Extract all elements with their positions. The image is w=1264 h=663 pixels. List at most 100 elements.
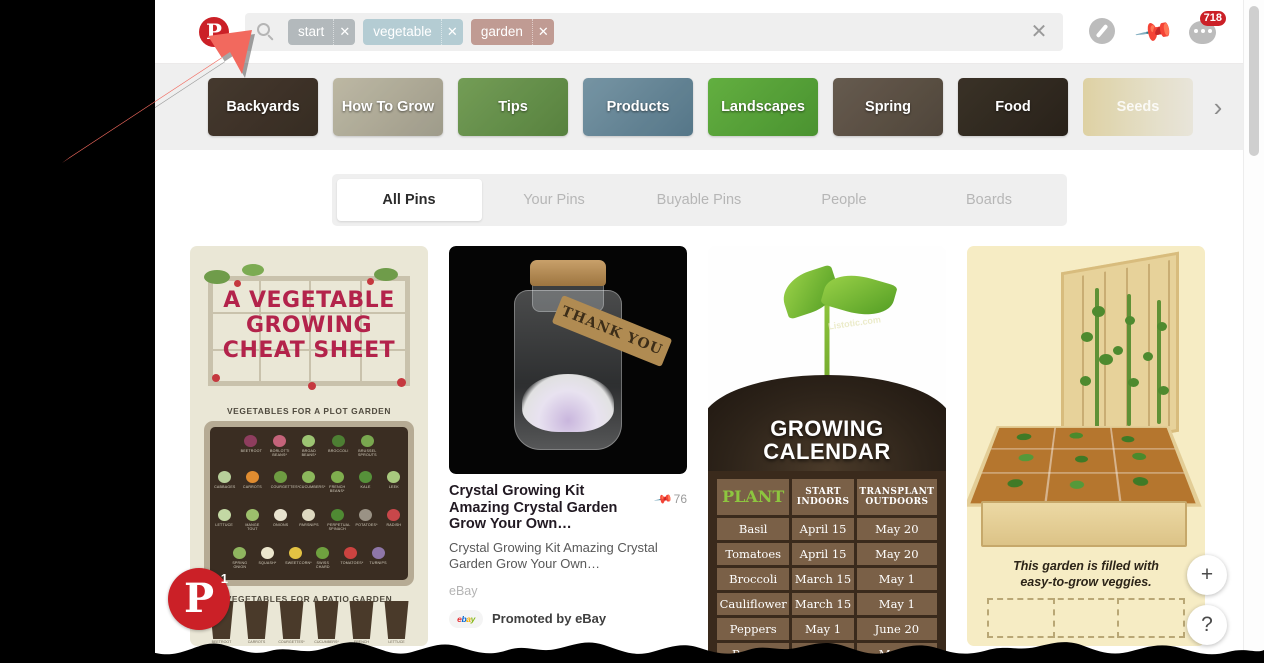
pin-card-growing-calendar[interactable]: Listotic.com GROWING CALENDAR PLANT STAR… <box>708 246 946 663</box>
veg-name: KALE <box>360 485 371 489</box>
tab-your-pins[interactable]: Your Pins <box>482 179 627 221</box>
veg-name: BEETROOT <box>240 449 262 453</box>
remove-tag-icon[interactable]: ✕ <box>333 18 355 45</box>
veg-name: PARSNIPS <box>299 523 319 527</box>
pin-image[interactable]: Listotic.com GROWING CALENDAR PLANT STAR… <box>708 246 946 663</box>
veg-name: FRENCH BEANS* <box>329 485 346 493</box>
veg-name: CUCUMBERS* <box>314 640 339 644</box>
pin-source[interactable]: eBay <box>449 584 687 598</box>
cell-transplant: May 1 <box>856 643 937 663</box>
veg-name: TOMATOES* <box>340 561 364 565</box>
veg-name: FRENCH <box>354 640 369 644</box>
cell-plant: Tomatoes <box>717 543 790 565</box>
veg-name: TURNIPS <box>369 561 387 565</box>
cell-plant: Cauliflower <box>717 593 790 615</box>
pin-image[interactable]: This garden is filled with easy-to-grow … <box>967 246 1205 646</box>
pinterest-logo-icon[interactable]: P <box>199 16 229 47</box>
veg-name: LETTUCE <box>388 640 405 644</box>
patio-pots-graphic: BEETROOT CARROTS COURGETTES* CUCUMBERS* … <box>204 601 414 644</box>
veg-name: SQUASH* <box>258 561 277 565</box>
veg-name: ONIONS <box>273 523 289 527</box>
left-blank-area <box>0 0 155 663</box>
caption-line-2: easy-to-grow veggies. <box>1020 575 1152 589</box>
cell-plant: Broccoli <box>717 568 790 590</box>
veg-name: CARROTS <box>247 640 266 644</box>
help-button[interactable]: ? <box>1187 605 1227 645</box>
pin-card-crystal-growing-kit[interactable]: THANK YOU Crystal Growing Kit Amazing Cr… <box>449 246 687 628</box>
veg-name: SWEETCORN* <box>285 561 312 565</box>
pin-description: Crystal Growing Kit Amazing Crystal Gard… <box>449 539 658 572</box>
pin-image[interactable]: THANK YOU <box>449 246 687 474</box>
search-tag-label: garden <box>480 23 523 39</box>
add-pin-button[interactable]: + <box>1187 555 1227 595</box>
category-tile-how-to-grow[interactable]: How To Grow <box>333 78 443 136</box>
veg-name: POTATOES* <box>355 523 378 527</box>
veg-name: BEETROOT <box>211 640 232 644</box>
pin-count: 📌 76 <box>653 489 687 509</box>
promoted-row[interactable]: ebay Promoted by eBay <box>449 609 687 628</box>
category-label: Backyards <box>226 99 300 115</box>
cell-transplant: May 20 <box>856 543 937 565</box>
search-tag-garden[interactable]: garden ✕ <box>470 18 554 45</box>
cell-start-indoors: April 15 <box>792 543 854 565</box>
pin-card-vegetable-cheat-sheet[interactable]: A VEGETABLE GROWING CHEAT SHEET VEGETABL… <box>168 246 428 646</box>
veg-name: COURGETTES* <box>278 640 305 644</box>
category-tile-products[interactable]: Products <box>583 78 693 136</box>
pin-saved-icon[interactable]: 📌 <box>1134 11 1176 52</box>
category-tile-backyards[interactable]: Backyards <box>208 78 318 136</box>
category-tile-food[interactable]: Food <box>958 78 1068 136</box>
veg-name: PERPETUAL SPINACH <box>327 523 351 531</box>
tab-buyable-pins[interactable]: Buyable Pins <box>627 179 772 221</box>
remove-tag-icon[interactable]: ✕ <box>440 18 463 45</box>
veg-name: COURGETTES* <box>270 485 300 489</box>
pinterest-save-icon[interactable]: P 1 <box>168 568 230 630</box>
growing-calendar-title: GROWING CALENDAR <box>708 417 946 463</box>
tab-boards[interactable]: Boards <box>917 179 1062 221</box>
floating-action-buttons: + ? <box>1187 555 1227 645</box>
category-label: How To Grow <box>341 99 435 115</box>
save-badge-count: 1 <box>220 571 228 586</box>
veg-name: SPRING ONION <box>232 561 248 569</box>
search-bar[interactable]: start ✕ vegetable ✕ garden ✕ ✕ <box>245 12 1063 51</box>
search-tag-label: start <box>298 23 325 39</box>
category-tile-landscapes[interactable]: Landscapes <box>708 78 818 136</box>
vertical-scrollbar[interactable] <box>1243 0 1264 663</box>
search-tag-vegetable[interactable]: vegetable ✕ <box>363 18 463 45</box>
caption-line-1: This garden is filled with <box>1013 559 1159 573</box>
veg-name: LETTUCE <box>215 523 234 527</box>
pinterest-page: P start ✕ vegetable ✕ garden ✕ ✕ 📌 718 B… <box>155 0 1264 663</box>
tab-people[interactable]: People <box>772 179 917 221</box>
cell-start-indoors: March 15 <box>792 593 854 615</box>
tab-all-pins[interactable]: All Pins <box>336 179 482 221</box>
clear-search-button[interactable]: ✕ <box>1021 14 1057 50</box>
scrollbar-thumb[interactable] <box>1249 6 1259 156</box>
messages-icon[interactable]: 718 <box>1189 10 1226 46</box>
category-tile-tips[interactable]: Tips <box>458 78 568 136</box>
veg-name: LEEK <box>388 485 399 489</box>
cell-transplant: May 1 <box>856 568 937 590</box>
compass-explore-icon[interactable] <box>1089 17 1117 46</box>
pinterest-logo-letter: P <box>206 19 222 44</box>
app-header: P start ✕ vegetable ✕ garden ✕ ✕ 📌 718 <box>155 0 1243 64</box>
ebay-logo-icon: ebay <box>449 609 483 628</box>
table-row: Broccoli March 15 May 1 <box>717 568 937 590</box>
category-label: Landscapes <box>721 99 805 115</box>
cell-transplant: May 20 <box>856 518 937 540</box>
search-tag-label: vegetable <box>373 23 432 39</box>
header-icon-group: 📌 718 <box>1089 10 1226 52</box>
cell-plant: Peppers <box>717 618 790 640</box>
search-tag-start[interactable]: start ✕ <box>288 18 356 45</box>
growing-calendar-table: PLANT START INDOORS TRANSPLANT OUTDOORS <box>708 471 946 663</box>
category-label: Products <box>606 99 670 115</box>
chevron-right-icon[interactable]: › <box>1204 78 1232 136</box>
veg-name: CABBAGES <box>214 485 236 489</box>
category-tile-seeds[interactable]: Seeds <box>1083 78 1193 136</box>
crystal-jar-artwork: THANK YOU <box>449 246 687 474</box>
watermark: Listotic.com <box>827 314 882 332</box>
pin-title[interactable]: Crystal Growing Kit Amazing Crystal Gard… <box>449 483 687 533</box>
category-label: Food <box>995 99 1031 115</box>
remove-tag-icon[interactable]: ✕ <box>531 18 554 45</box>
pin-card-raised-bed-garden[interactable]: This garden is filled with easy-to-grow … <box>967 246 1205 646</box>
table-row: Basil April 15 May 20 <box>717 518 937 540</box>
category-tile-spring[interactable]: Spring <box>833 78 943 136</box>
